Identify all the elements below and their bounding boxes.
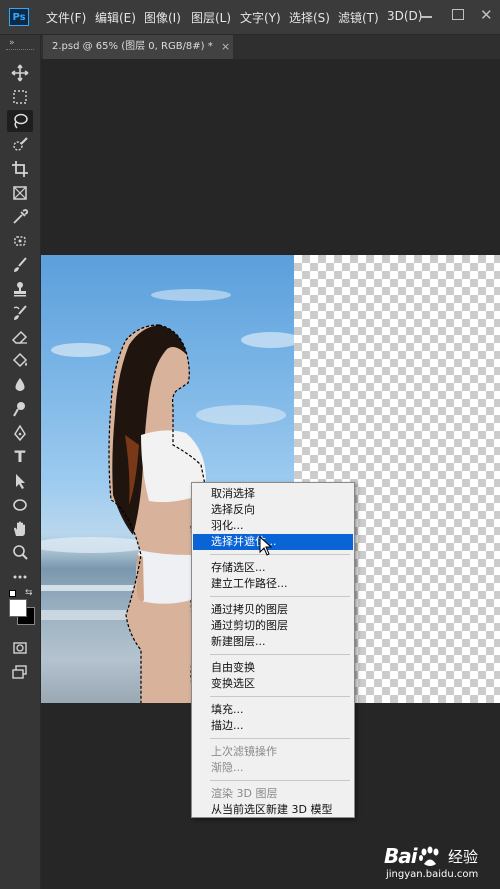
menu-item[interactable]: 自由变换 [193,660,353,676]
mouse-cursor-icon [259,536,273,556]
zoom-icon[interactable] [7,542,33,564]
eyedropper-icon[interactable] [7,206,33,228]
menu-type[interactable]: 文字(Y) [240,9,281,26]
pen-icon[interactable] [7,422,33,444]
document-tab-title: 2.psd @ 65% (图层 0, RGB/8#) * [52,41,213,52]
tools-panel: » T ⇆ [0,35,41,889]
selection-context-menu: 取消选择 选择反向 羽化... 选择并遮住... 存储选区... 建立工作路径... 通过拷… [191,482,355,818]
menu-item[interactable]: 羽化... [193,518,353,534]
menu-item[interactable]: 选择并遮住... [193,534,353,550]
crop-icon[interactable] [7,158,33,180]
menu-item[interactable]: 取消选择 [193,486,353,502]
menu-separator [210,596,350,597]
history-brush-icon[interactable] [7,302,33,324]
menu-item[interactable]: 从当前选区新建 3D 模型 [193,802,353,818]
color-swatches-icon[interactable]: ⇆ [7,588,35,630]
blur-icon[interactable] [7,374,33,396]
menu-item[interactable]: 新建图层... [193,634,353,650]
menu-3d[interactable]: 3D(D) [387,9,422,23]
dodge-icon[interactable] [7,398,33,420]
document-tab-bar: 2.psd @ 65% (图层 0, RGB/8#) * × [41,35,500,59]
menu-item: 上次滤镜操作 [211,745,277,758]
type-icon[interactable]: T [7,446,33,468]
minimize-icon[interactable] [420,16,432,18]
menu-separator [210,738,350,739]
screen-mode-icon[interactable] [7,661,33,683]
photoshop-logo: Ps [9,8,29,26]
frame-icon[interactable] [7,182,33,204]
more-icon[interactable] [7,566,33,588]
eraser-icon[interactable] [7,326,33,348]
healing-icon[interactable] [7,230,33,252]
collapse-panel-icon[interactable]: » [9,38,15,48]
menu-item[interactable]: 选择反向 [193,502,353,518]
close-window-icon[interactable]: ✕ [480,6,493,24]
ellipse-icon[interactable] [7,494,33,516]
menu-item: 渐隐... [211,761,244,774]
menu-item[interactable]: 建立工作路径... [193,576,353,592]
marquee-icon[interactable] [7,86,33,108]
menu-select[interactable]: 选择(S) [289,9,330,26]
lasso-icon[interactable] [7,110,33,132]
panel-grip[interactable] [6,49,34,53]
menu-item[interactable]: 填充... [193,702,353,718]
menu-item[interactable]: 通过剪切的图层 [193,618,353,634]
menu-item[interactable]: 描边... [193,718,353,734]
menu-separator [210,696,350,697]
menu-image[interactable]: 图像(I) [144,9,181,26]
watermark-url: jingyan.baidu.com [386,869,479,880]
menu-layer[interactable]: 图层(L) [191,9,231,26]
document-tab[interactable]: 2.psd @ 65% (图层 0, RGB/8#) * × [43,35,233,59]
path-select-icon[interactable] [7,470,33,492]
watermark-brand: Bai [384,844,418,868]
close-tab-icon[interactable]: × [221,35,230,59]
watermark: Bai 经验 jingyan.baidu.com [378,838,498,888]
menu-item: 渲染 3D 图层 [211,787,278,800]
menu-bar: Ps 文件(F) 编辑(E) 图像(I) 图层(L) 文字(Y) 选择(S) 滤… [0,0,500,35]
menu-separator [210,554,350,555]
quick-select-icon[interactable] [7,134,33,156]
hand-icon[interactable] [7,518,33,540]
menu-item[interactable]: 通过拷贝的图层 [193,602,353,618]
menu-item[interactable]: 存储选区... [193,560,353,576]
maximize-icon[interactable] [452,9,464,20]
baidu-paw-icon [419,846,439,866]
menu-item[interactable]: 变换选区 [193,676,353,692]
brush-icon[interactable] [7,254,33,276]
menu-file[interactable]: 文件(F) [46,9,86,26]
menu-separator [210,780,350,781]
menu-separator [210,654,350,655]
menu-filter[interactable]: 滤镜(T) [338,9,379,26]
watermark-suffix: 经验 [448,848,479,866]
paint-bucket-icon[interactable] [7,350,33,372]
menu-edit[interactable]: 编辑(E) [95,9,136,26]
quick-mask-icon[interactable] [7,637,33,659]
move-icon[interactable] [7,62,33,84]
clone-stamp-icon[interactable] [7,278,33,300]
